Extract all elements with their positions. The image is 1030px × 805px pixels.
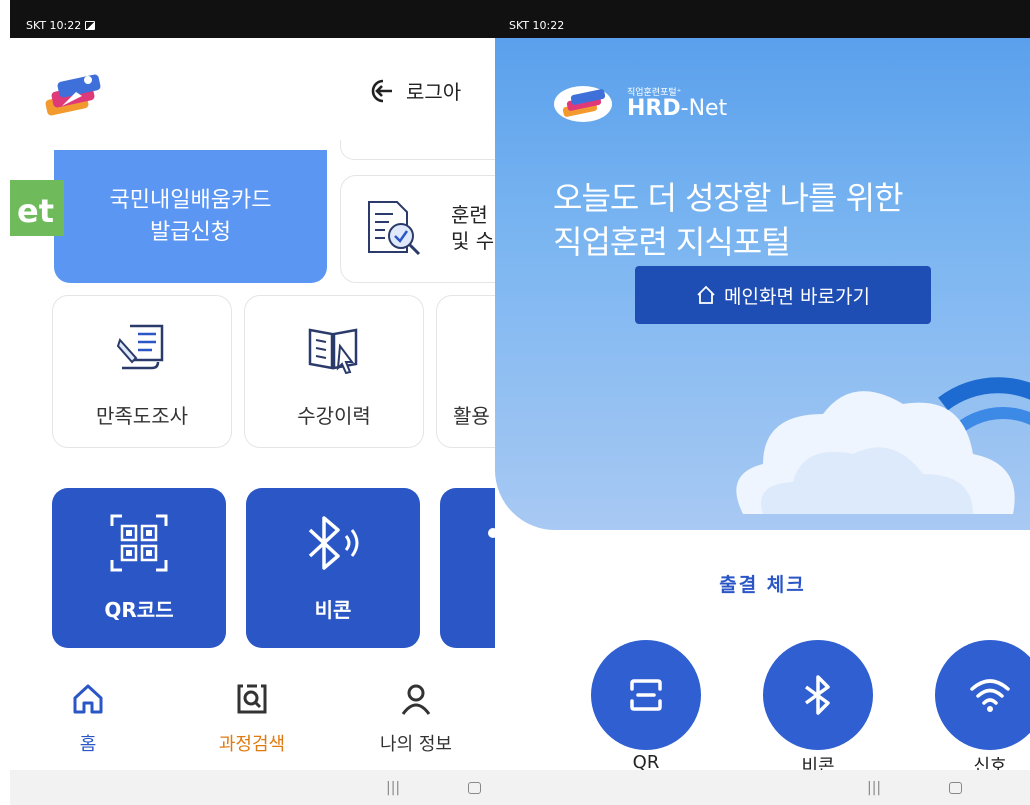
book-history-icon	[308, 328, 358, 375]
home-outline-icon	[697, 285, 715, 304]
tile-usage-label: 활용	[453, 404, 490, 428]
nav-my-info[interactable]: 나의 정보	[346, 668, 486, 756]
cloud-illustration	[736, 377, 1030, 514]
card-apply-button[interactable]: 국민내일배움카드 발급신청	[54, 150, 327, 283]
system-nav-bar-right: |||	[495, 770, 1030, 805]
login-arrow-icon	[371, 79, 392, 102]
tile-history-label: 수강이력	[297, 404, 371, 428]
nav-course-search-label: 과정검색	[218, 734, 286, 755]
more-button[interactable]	[440, 488, 498, 648]
attendance-signal-button[interactable]	[935, 640, 1030, 750]
card-edge	[340, 140, 498, 160]
recents-icon[interactable]: |||	[867, 780, 881, 796]
tile-history[interactable]: 수강이력	[244, 295, 424, 448]
bottom-nav: 홈 과정검색 나의 정보	[10, 668, 498, 770]
wifi-icon	[970, 679, 1010, 712]
system-nav-bar: |||	[10, 770, 498, 805]
app-logo	[45, 74, 101, 116]
home-icon	[73, 684, 103, 714]
course-search-card[interactable]: 훈련 및 수	[340, 175, 498, 283]
nav-home[interactable]: 홈	[18, 668, 158, 756]
tile-usage[interactable]: 활용	[436, 295, 498, 448]
go-main-button[interactable]: 메인화면 바로가기	[635, 266, 931, 324]
tile-survey-label: 만족도조사	[96, 404, 188, 428]
status-bar-right: SKT 10:22	[495, 0, 1030, 38]
right-phone-screen: SKT 10:22 직업훈련포털⁺ HRD-Net 오늘도 더 성장할 나를 위…	[495, 0, 1030, 805]
attendance-qr-button[interactable]	[591, 640, 701, 750]
login-label: 로그아	[406, 80, 462, 104]
search-doc-icon	[237, 684, 267, 714]
hrd-logo-big-a: HRD	[627, 96, 681, 121]
hrd-net-badge: et	[10, 180, 64, 236]
course-search-line2: 및 수	[451, 229, 495, 253]
nav-home-label: 홈	[79, 734, 97, 755]
person-icon	[401, 684, 431, 715]
image-notification-icon	[85, 21, 96, 30]
card-apply-line2: 발급신청	[150, 219, 231, 245]
screenshot-root: SKT 10:22 로그아 국민내일배움카드 발급신청 훈련 및 수 et 만족…	[0, 0, 1030, 805]
nav-my-info-label: 나의 정보	[380, 734, 452, 755]
qr-code-icon	[110, 514, 168, 572]
nav-course-search[interactable]: 과정검색	[182, 668, 322, 756]
hrd-logo-big-b: -Net	[680, 96, 728, 121]
attendance-beacon-button[interactable]	[763, 640, 873, 750]
bluetooth-icon	[804, 675, 830, 715]
tile-survey[interactable]: 만족도조사	[52, 295, 232, 448]
login-button[interactable]: 로그아	[368, 76, 461, 105]
hero-banner: 직업훈련포털⁺ HRD-Net 오늘도 더 성장할 나를 위한 직업훈련 지식포…	[495, 38, 1030, 530]
hero-line1: 오늘도 더 성장할 나를 위한	[553, 179, 904, 217]
status-time-right: SKT 10:22	[509, 19, 565, 32]
course-search-line1: 훈련	[451, 203, 488, 227]
document-search-icon	[368, 201, 421, 256]
qr-scan-icon	[630, 679, 662, 711]
qr-code-label: QR코드	[104, 598, 174, 622]
system-home-icon[interactable]	[468, 782, 481, 794]
beacon-button[interactable]: 비콘	[246, 488, 420, 648]
system-home-icon[interactable]	[949, 782, 962, 794]
hero-title: 오늘도 더 성장할 나를 위한 직업훈련 지식포털	[553, 176, 904, 264]
go-main-label: 메인화면 바로가기	[724, 285, 870, 308]
beacon-label: 비콘	[314, 598, 352, 622]
left-phone-screen: SKT 10:22 로그아 국민내일배움카드 발급신청 훈련 및 수 et 만족…	[10, 0, 498, 805]
recents-icon[interactable]: |||	[386, 780, 400, 796]
hero-line2: 직업훈련 지식포털	[553, 223, 791, 261]
card-apply-line1: 국민내일배움카드	[109, 187, 272, 213]
hrd-net-logo: 직업훈련포털⁺ HRD-Net	[553, 84, 727, 124]
status-bar: SKT 10:22	[10, 0, 498, 38]
bluetooth-icon	[308, 516, 359, 570]
status-time: SKT 10:22	[26, 19, 96, 32]
qr-code-button[interactable]: QR코드	[52, 488, 226, 648]
attendance-title: 출결 체크	[719, 574, 806, 596]
hrd-logo-icon	[554, 86, 612, 122]
survey-scroll-icon	[116, 324, 164, 370]
